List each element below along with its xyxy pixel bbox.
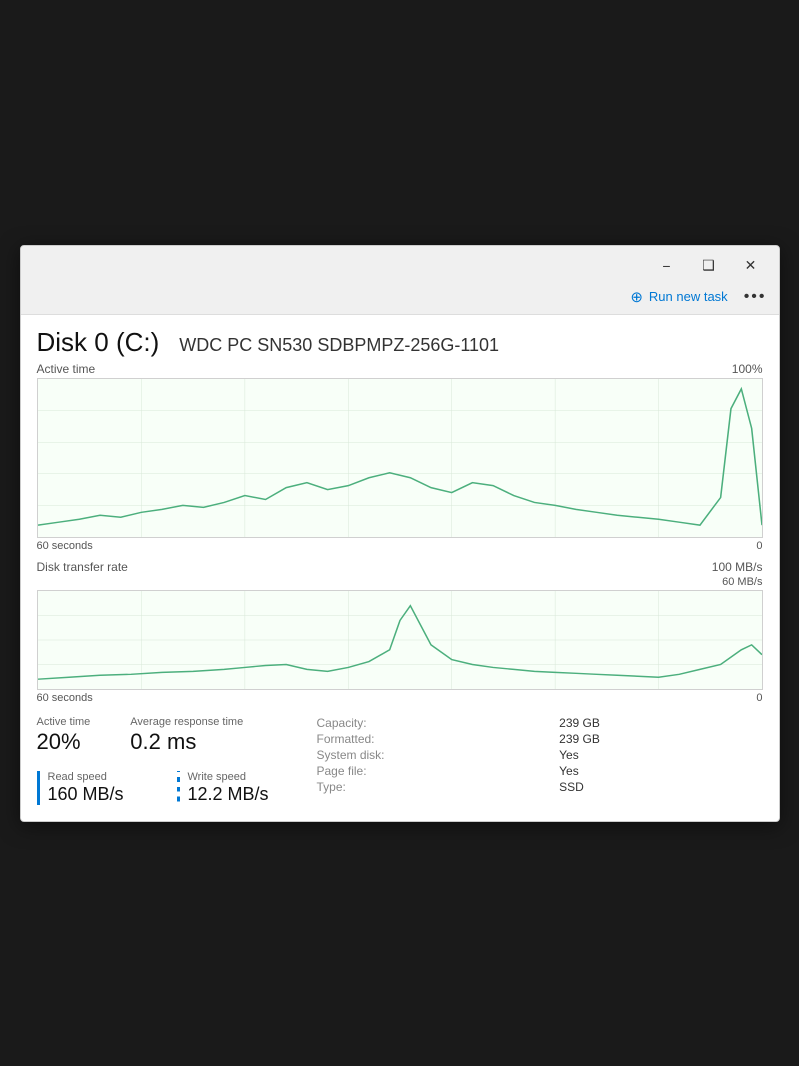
toolbar: ⊕ Run new task •••	[21, 284, 779, 315]
avg-response-label: Average response time	[130, 716, 243, 728]
transfer-60-label: 60 MB/s	[722, 576, 762, 588]
read-speed-value: 160 MB/s	[48, 784, 177, 805]
active-time-stat: Active time 20%	[37, 716, 91, 755]
active-time-stat-label: Active time	[37, 716, 91, 728]
disk-performance-content: Disk 0 (C:) WDC PC SN530 SDBPMPZ-256G-11…	[21, 315, 779, 821]
write-speed-value: 12.2 MB/s	[188, 784, 317, 805]
transfer-100-label: 100 MB/s	[712, 560, 763, 574]
page-file-val: Yes	[559, 764, 762, 778]
active-time-label: Active time	[37, 362, 96, 376]
disk-header: Disk 0 (C:) WDC PC SN530 SDBPMPZ-256G-11…	[37, 327, 763, 358]
minimize-button[interactable]: −	[647, 252, 687, 280]
window-controls: − ❑ ✕	[647, 252, 771, 280]
transfer-rate-label: Disk transfer rate	[37, 560, 128, 574]
speed-row: Read speed 160 MB/s Write speed 12.2 MB/…	[37, 771, 317, 805]
disk-model: WDC PC SN530 SDBPMPZ-256G-1101	[179, 335, 499, 356]
stats-col-left: Active time 20% Average response time 0.…	[37, 716, 317, 805]
avg-response-value: 0.2 ms	[130, 729, 243, 755]
active-time-zero: 0	[756, 540, 762, 552]
active-time-chart	[37, 378, 763, 538]
transfer-rate-section: Disk transfer rate 100 MB/s 60 MB/s	[37, 560, 763, 704]
close-button[interactable]: ✕	[731, 252, 771, 280]
active-time-section: Active time 100%	[37, 362, 763, 552]
active-time-duration: 60 seconds	[37, 540, 93, 552]
titlebar: − ❑ ✕	[21, 246, 779, 284]
active-time-bottom: 60 seconds 0	[37, 540, 763, 552]
run-new-task-label: Run new task	[649, 289, 728, 304]
active-time-stat-value: 20%	[37, 729, 91, 755]
run-new-task-button[interactable]: ⊕ Run new task	[630, 288, 727, 306]
stats-grid: Active time 20% Average response time 0.…	[37, 716, 763, 805]
read-speed-stat: Read speed 160 MB/s	[37, 771, 177, 805]
avg-response-stat: Average response time 0.2 ms	[130, 716, 243, 755]
disk-title: Disk 0 (C:)	[37, 327, 160, 358]
read-speed-label: Read speed	[48, 771, 177, 783]
transfer-rate-header: Disk transfer rate 100 MB/s	[37, 560, 763, 574]
system-disk-val: Yes	[559, 748, 762, 762]
transfer-rate-chart	[37, 590, 763, 690]
active-time-header: Active time 100%	[37, 362, 763, 376]
write-speed-stat: Write speed 12.2 MB/s	[177, 771, 317, 805]
write-speed-label: Write speed	[188, 771, 317, 783]
capacity-val: 239 GB	[559, 716, 762, 730]
active-time-max: 100%	[732, 362, 763, 376]
transfer-rate-svg	[38, 591, 762, 689]
transfer-zero: 0	[756, 692, 762, 704]
page-file-key: Page file:	[317, 764, 548, 778]
restore-button[interactable]: ❑	[689, 252, 729, 280]
formatted-val: 239 GB	[559, 732, 762, 746]
info-table: Capacity: 239 GB Formatted: 239 GB Syste…	[317, 716, 763, 794]
type-val: SSD	[559, 780, 762, 794]
more-options-button[interactable]: •••	[744, 288, 767, 306]
formatted-key: Formatted:	[317, 732, 548, 746]
active-time-svg	[38, 379, 762, 537]
type-key: Type:	[317, 780, 548, 794]
task-manager-window: − ❑ ✕ ⊕ Run new task ••• Disk 0 (C:) WDC…	[20, 245, 780, 822]
capacity-key: Capacity:	[317, 716, 548, 730]
transfer-duration: 60 seconds	[37, 692, 93, 704]
transfer-rate-bottom: 60 seconds 0	[37, 692, 763, 704]
system-disk-key: System disk:	[317, 748, 548, 762]
run-task-icon: ⊕	[630, 288, 643, 306]
stats-col-right: Capacity: 239 GB Formatted: 239 GB Syste…	[317, 716, 763, 805]
